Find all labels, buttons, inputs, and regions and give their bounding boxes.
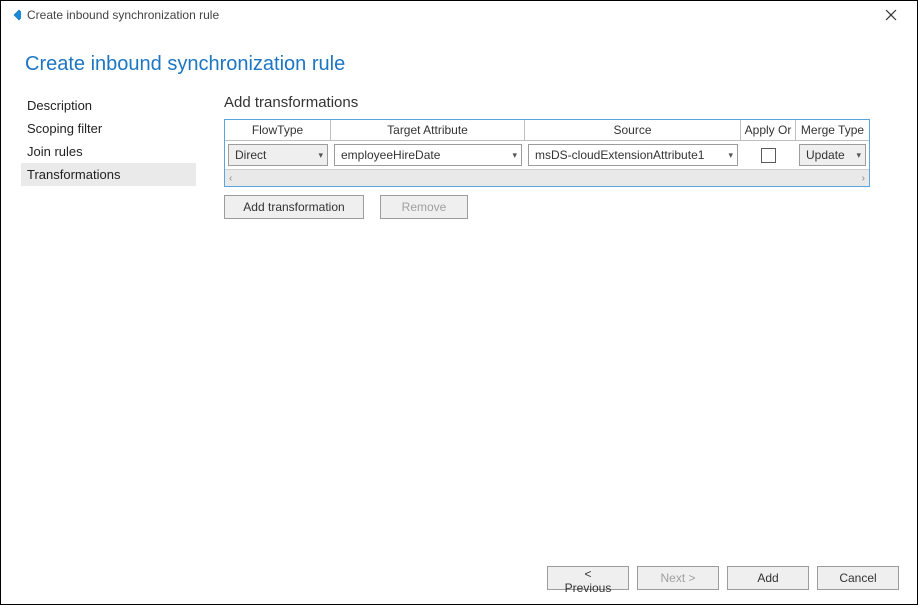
merge-value: Update [806,148,845,162]
add-transformation-button[interactable]: Add transformation [224,195,364,219]
col-header-applyor: Apply Or [741,120,796,141]
previous-button[interactable]: < Previous [547,566,629,590]
sidebar-item-join-rules[interactable]: Join rules [21,140,196,163]
sidebar-item-description[interactable]: Description [21,94,196,117]
page-title: Create inbound synchronization rule [1,29,917,94]
add-button[interactable]: Add [727,566,809,590]
chevron-down-icon: ▾ [512,150,517,161]
next-button[interactable]: Next > [637,566,719,590]
scroll-right-icon: › [862,173,865,184]
remove-button[interactable]: Remove [380,195,468,219]
flowtype-value: Direct [235,148,266,162]
main-panel: Add transformations FlowType Target Attr… [196,94,918,219]
col-header-flowtype: FlowType [225,120,331,141]
chevron-down-icon: ▾ [318,150,323,161]
sidebar-item-transformations[interactable]: Transformations [21,163,196,186]
close-icon [885,9,897,21]
target-value: employeeHireDate [341,148,440,162]
sidebar-item-scoping-filter[interactable]: Scoping filter [21,117,196,140]
app-icon [7,8,21,22]
target-dropdown[interactable]: employeeHireDate ▾ [334,144,522,166]
wizard-footer: < Previous Next > Add Cancel [547,566,899,590]
section-title: Add transformations [224,94,870,111]
flowtype-dropdown[interactable]: Direct ▾ [228,144,328,166]
applyor-checkbox[interactable] [761,148,776,163]
chevron-down-icon: ▾ [856,150,861,161]
table-row: Direct ▾ employeeHireDate ▾ msDS-cloudEx… [225,141,869,169]
col-header-target: Target Attribute [331,120,525,141]
grid-header: FlowType Target Attribute Source Apply O… [225,120,869,141]
scroll-left-icon: ‹ [229,173,232,184]
sidebar: Description Scoping filter Join rules Tr… [21,94,196,219]
titlebar: Create inbound synchronization rule [1,1,917,29]
merge-dropdown[interactable]: Update ▾ [799,144,866,166]
horizontal-scrollbar[interactable]: ‹ › [225,169,869,186]
source-dropdown[interactable]: msDS-cloudExtensionAttribute1 ▾ [528,144,738,166]
col-header-source: Source [525,120,741,141]
transformations-grid: FlowType Target Attribute Source Apply O… [224,119,870,187]
source-value: msDS-cloudExtensionAttribute1 [535,148,704,162]
col-header-merge: Merge Type [796,120,869,141]
close-button[interactable] [871,1,911,29]
chevron-down-icon: ▾ [728,150,733,161]
window-title: Create inbound synchronization rule [27,8,219,22]
cancel-button[interactable]: Cancel [817,566,899,590]
